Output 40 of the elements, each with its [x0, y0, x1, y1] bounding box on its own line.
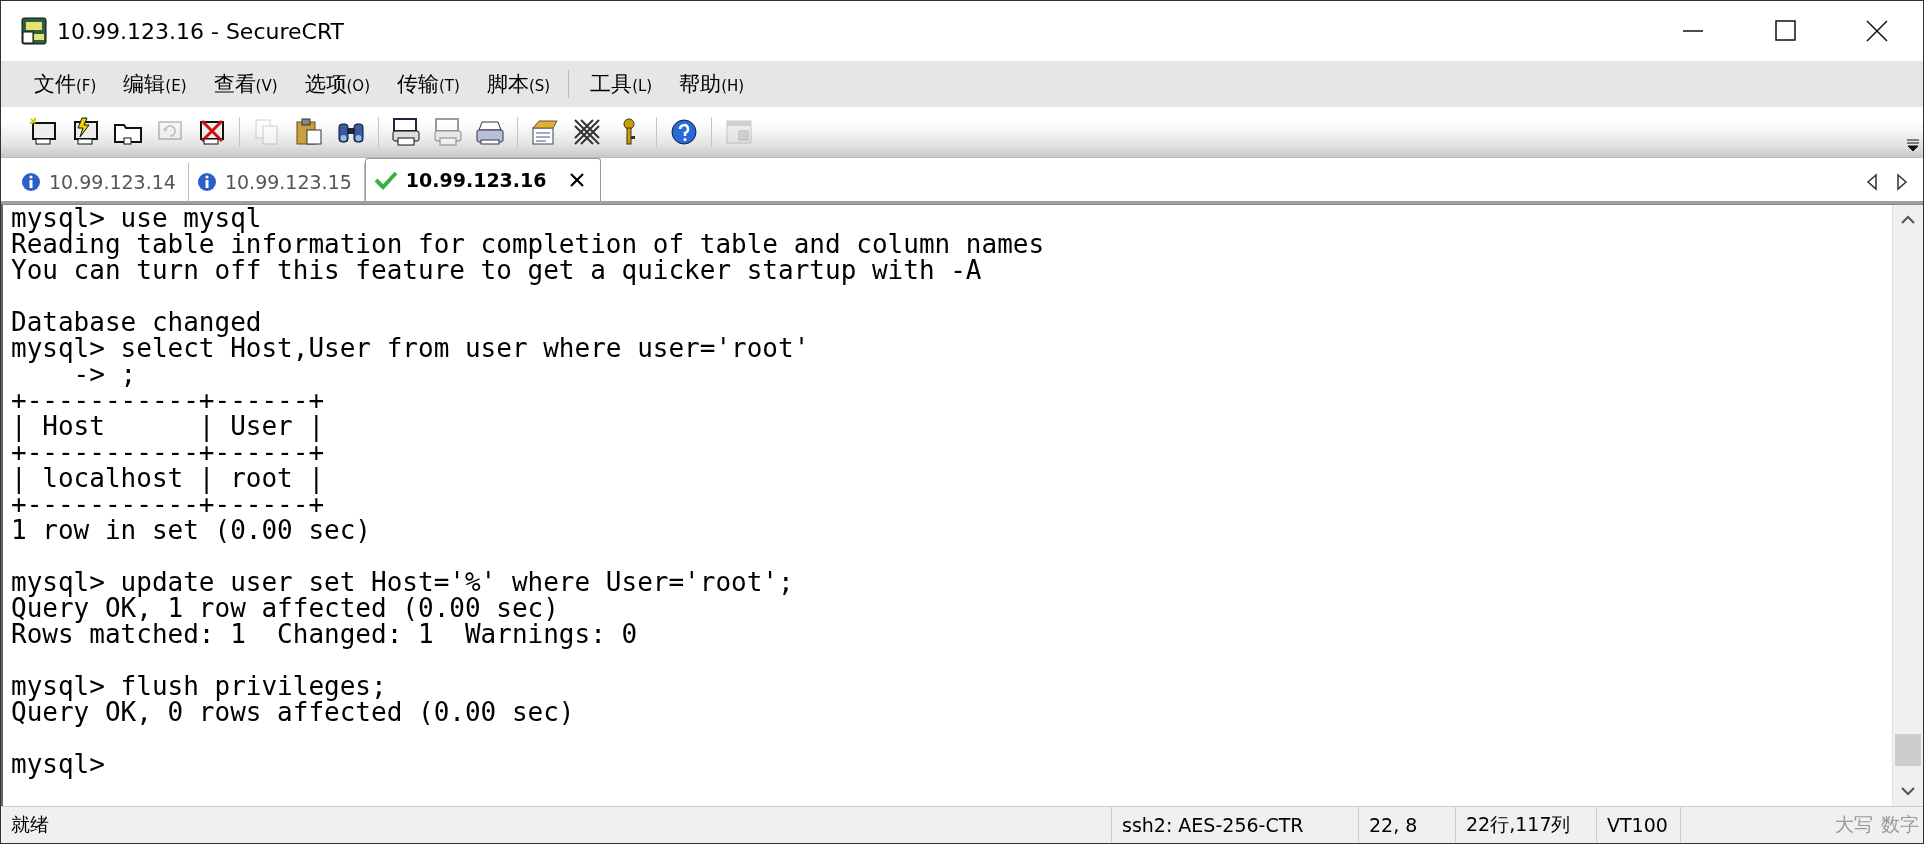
status-indicator: 数字 [1880, 812, 1920, 837]
session-tab[interactable]: 10.99.123.16 [364, 158, 602, 201]
menu-item[interactable]: 工具(L) [579, 64, 664, 104]
app-icon [19, 16, 49, 46]
menu-item[interactable]: 脚本(S) [475, 64, 562, 104]
menu-item[interactable]: 选项(O) [293, 64, 381, 104]
arrow-right-icon[interactable] [1895, 173, 1909, 191]
window-title: 10.99.123.16 - SecureCRT [57, 18, 345, 44]
status-text: VT100 [1596, 807, 1680, 843]
status-text: ssh2: AES-256-CTR [1111, 807, 1358, 843]
info-icon [21, 172, 41, 192]
terminal-line: mysql> use mysql [11, 205, 263, 231]
scrollbar[interactable] [1892, 205, 1923, 806]
status-text: 22, 8 [1358, 807, 1455, 843]
terminal-line: +-----------+------+ [11, 387, 326, 413]
terminal-line: mysql> flush privileges; [11, 673, 388, 699]
menu-item[interactable]: 帮助(H) [668, 64, 756, 104]
terminal-line: mysql> [11, 751, 106, 777]
menu-item[interactable]: 文件(F) [23, 64, 108, 104]
terminal-line: -> ; [73, 361, 138, 387]
status-indicator: 大写 [1834, 812, 1874, 837]
menu-item[interactable]: 编辑(E) [112, 64, 198, 104]
session-tab[interactable]: 10.99.123.15 [188, 163, 365, 201]
session-tab[interactable]: 10.99.123.14 [13, 163, 189, 201]
help-icon[interactable] [668, 116, 700, 148]
scrollbar-thumb[interactable] [1895, 734, 1921, 766]
menu-item[interactable]: 查看(V) [202, 64, 289, 104]
info-icon [196, 172, 217, 192]
printer-icon[interactable] [390, 116, 422, 148]
terminal-line: 1 row in set (0.00 sec) [11, 517, 373, 543]
menu-item[interactable]: 传输(T) [386, 64, 471, 104]
status-text: 就绪 [10, 812, 50, 837]
paste-icon[interactable] [293, 116, 325, 148]
status-text: 22行,117列 [1455, 807, 1596, 843]
terminal-line: Database changed [11, 309, 263, 335]
terminal-line: mysql> update user set Host='%' where User='root'; [11, 569, 795, 595]
check-icon [373, 170, 398, 190]
close-icon[interactable] [568, 171, 587, 189]
chevron-icon[interactable] [1905, 137, 1921, 153]
arrow-left-icon[interactable] [1865, 173, 1879, 191]
